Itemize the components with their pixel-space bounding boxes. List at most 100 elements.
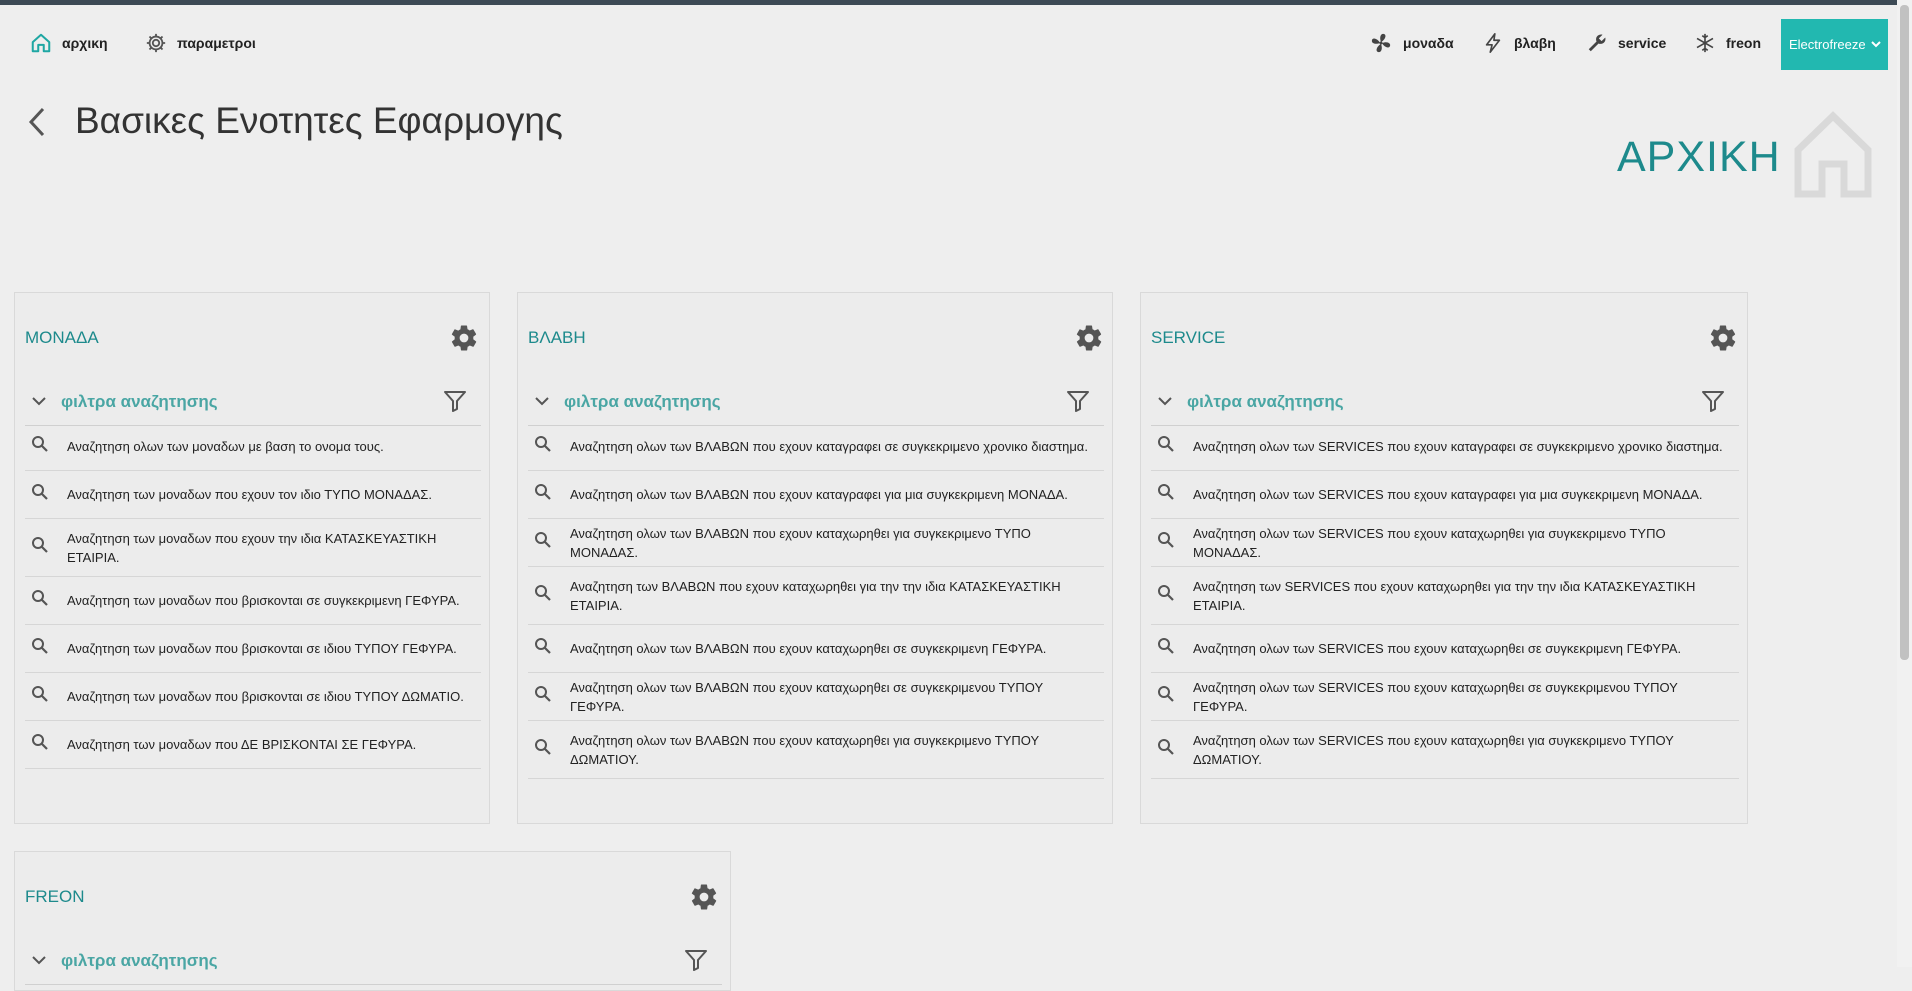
search-icon [31, 637, 49, 660]
search-link[interactable]: Αναζητηση των μοναδων που εχουν τον ιδιο… [25, 471, 481, 519]
nav-home-label: αρχικη [62, 35, 108, 51]
search-link-label: Αναζητηση των μοναδων που εχουν την ιδια… [67, 530, 437, 565]
nav-freon-label: freon [1726, 35, 1761, 51]
search-link[interactable]: Αναζητηση των ΒΛΑΒΩΝ που εχουν καταχωρηθ… [528, 567, 1104, 625]
search-icon [1157, 637, 1175, 660]
search-link[interactable]: Αναζητηση των μοναδων που βρισκονται σε … [25, 577, 481, 625]
search-link-label: Αναζητηση των μοναδων που βρισκονται σε … [67, 593, 460, 608]
nav-service-label: service [1618, 35, 1667, 51]
search-link[interactable]: Αναζητηση ολων των SERVICES που εχουν κα… [1151, 471, 1739, 519]
search-icon [1157, 738, 1175, 761]
company-select-value: Electrofreeze [1789, 37, 1866, 52]
search-link[interactable]: Αναζητηση των SERVICES που εχουν καταχωρ… [1151, 567, 1739, 625]
search-link[interactable]: Αναζητηση ολων των ΒΛΑΒΩΝ που εχουν κατα… [528, 423, 1104, 471]
search-link-label: Αναζητηση ολων των SERVICES που εχουν κα… [1193, 641, 1682, 656]
search-link[interactable]: Αναζητηση ολων των SERVICES που εχουν κα… [1151, 721, 1739, 779]
chevron-down-icon [534, 393, 550, 411]
search-link[interactable]: Αναζητηση ολων των SERVICES που εχουν κα… [1151, 673, 1739, 721]
search-list: Αναζητηση ολων των μοναδων με βαση το ον… [25, 423, 481, 769]
gear-icon [691, 884, 717, 910]
search-link-label: Αναζητηση των ΒΛΑΒΩΝ που εχουν καταχωρηθ… [570, 578, 1061, 613]
search-link[interactable]: Αναζητηση ολων των ΒΛΑΒΩΝ που εχουν κατα… [528, 673, 1104, 721]
search-link[interactable]: Αναζητηση των μοναδων που εχουν την ιδια… [25, 519, 481, 577]
settings-button[interactable] [1708, 323, 1738, 358]
filter-icon[interactable] [1701, 389, 1725, 418]
search-link[interactable]: Αναζητηση των μοναδων που βρισκονται σε … [25, 625, 481, 673]
filters-label: φιλτρα αναζητησης [1187, 392, 1344, 411]
search-link[interactable]: Αναζητηση ολων των ΒΛΑΒΩΝ που εχουν κατα… [528, 625, 1104, 673]
chevron-down-icon [1871, 37, 1881, 52]
search-icon [534, 738, 552, 761]
search-icon [31, 536, 49, 559]
filters-toggle[interactable]: φιλτρα αναζητησης [25, 379, 481, 426]
gear-icon [1710, 325, 1736, 351]
search-link[interactable]: Αναζητηση των μοναδων που ΔΕ ΒΡΙΣΚΟΝΤΑΙ … [25, 721, 481, 769]
lightning-icon [1482, 31, 1504, 55]
card-title: FREON [25, 887, 85, 906]
search-link-label: Αναζητηση ολων των ΒΛΑΒΩΝ που εχουν κατα… [570, 732, 1039, 767]
card-title: SERVICE [1151, 328, 1226, 347]
card-service: SERVICE φιλτρα αναζητησης Αναζητηση ολων… [1140, 292, 1748, 824]
nav-unit[interactable]: μοναδα [1369, 5, 1454, 81]
card-title: ΒΛΑΒΗ [528, 328, 586, 347]
search-link-label: Αναζητηση των μοναδων που βρισκονται σε … [67, 689, 464, 704]
search-link[interactable]: Αναζητηση ολων των SERVICES που εχουν κα… [1151, 625, 1739, 673]
filters-toggle[interactable]: φιλτρα αναζητησης [25, 938, 722, 985]
filter-icon[interactable] [1066, 389, 1090, 418]
filters-label: φιλτρα αναζητησης [61, 392, 218, 411]
home-icon-large [1792, 110, 1874, 203]
filter-icon[interactable] [684, 948, 708, 977]
search-link-label: Αναζητηση των SERVICES που εχουν καταχωρ… [1193, 578, 1696, 613]
search-list: Αναζητηση ολων των ΒΛΑΒΩΝ που εχουν κατα… [528, 423, 1104, 779]
search-icon [31, 733, 49, 756]
filters-toggle[interactable]: φιλτρα αναζητησης [1151, 379, 1739, 426]
nav-freon[interactable]: freon [1694, 5, 1761, 81]
search-link-label: Αναζητηση ολων των ΒΛΑΒΩΝ που εχουν κατα… [570, 679, 1043, 714]
top-navbar: αρχικη παραμετροι μοναδα βλαβη service f… [0, 5, 1912, 81]
search-list: Αναζητηση ολων των SERVICES που εχουν κα… [1151, 423, 1739, 779]
search-link-label: Αναζητηση των μοναδων που βρισκονται σε … [67, 641, 457, 656]
settings-button[interactable] [1074, 323, 1104, 358]
search-link-label: Αναζητηση ολων των SERVICES που εχουν κα… [1193, 732, 1674, 767]
nav-fault[interactable]: βλαβη [1482, 5, 1556, 81]
search-link[interactable]: Αναζητηση ολων των SERVICES που εχουν κα… [1151, 519, 1739, 567]
search-link[interactable]: Αναζητηση ολων των ΒΛΑΒΩΝ που εχουν κατα… [528, 519, 1104, 567]
back-button[interactable] [25, 105, 55, 141]
search-link[interactable]: Αναζητηση ολων των SERVICES που εχουν κα… [1151, 423, 1739, 471]
company-select[interactable]: Electrofreeze [1781, 19, 1888, 70]
search-link[interactable]: Αναζητηση ολων των μοναδων με βαση το ον… [25, 423, 481, 471]
search-icon [1157, 584, 1175, 607]
nav-service[interactable]: service [1586, 5, 1666, 81]
search-link-label: Αναζητηση ολων των SERVICES που εχουν κα… [1193, 487, 1703, 502]
search-link-label: Αναζητηση ολων των ΒΛΑΒΩΝ που εχουν κατα… [570, 487, 1068, 502]
settings-button[interactable] [449, 323, 479, 358]
search-link-label: Αναζητηση ολων των ΒΛΑΒΩΝ που εχουν κατα… [570, 641, 1047, 656]
search-link-label: Αναζητηση ολων των SERVICES που εχουν κα… [1193, 525, 1666, 560]
settings-button[interactable] [689, 882, 719, 917]
search-icon [31, 483, 49, 506]
card-unit: ΜΟΝΑΔΑ φιλτρα αναζητησης Αναζητηση ολων … [14, 292, 490, 824]
nav-fault-label: βλαβη [1514, 35, 1556, 51]
search-icon [534, 531, 552, 554]
search-link[interactable]: Αναζητηση ολων των ΒΛΑΒΩΝ που εχουν κατα… [528, 721, 1104, 779]
nav-params-label: παραμετροι [177, 35, 256, 51]
search-link[interactable]: Αναζητηση των μοναδων που βρισκονται σε … [25, 673, 481, 721]
card-title: ΜΟΝΑΔΑ [25, 328, 99, 347]
gear-icon [1076, 325, 1102, 351]
search-link-label: Αναζητηση ολων των ΒΛΑΒΩΝ που εχουν κατα… [570, 439, 1088, 454]
filter-icon[interactable] [443, 389, 467, 418]
gear-icon [451, 325, 477, 351]
filters-label: φιλτρα αναζητησης [564, 392, 721, 411]
search-icon [1157, 435, 1175, 458]
card-freon: FREON φιλτρα αναζητησης [14, 851, 731, 991]
nav-params[interactable]: παραμετροι [145, 5, 256, 81]
scrollbar-thumb[interactable] [1900, 5, 1909, 660]
search-icon [1157, 483, 1175, 506]
search-link[interactable]: Αναζητηση ολων των ΒΛΑΒΩΝ που εχουν κατα… [528, 471, 1104, 519]
nav-home[interactable]: αρχικη [30, 5, 108, 81]
card-fault: ΒΛΑΒΗ φιλτρα αναζητησης Αναζητηση ολων τ… [517, 292, 1113, 824]
search-icon [534, 637, 552, 660]
search-icon [31, 589, 49, 612]
filters-toggle[interactable]: φιλτρα αναζητησης [528, 379, 1104, 426]
search-icon [534, 483, 552, 506]
